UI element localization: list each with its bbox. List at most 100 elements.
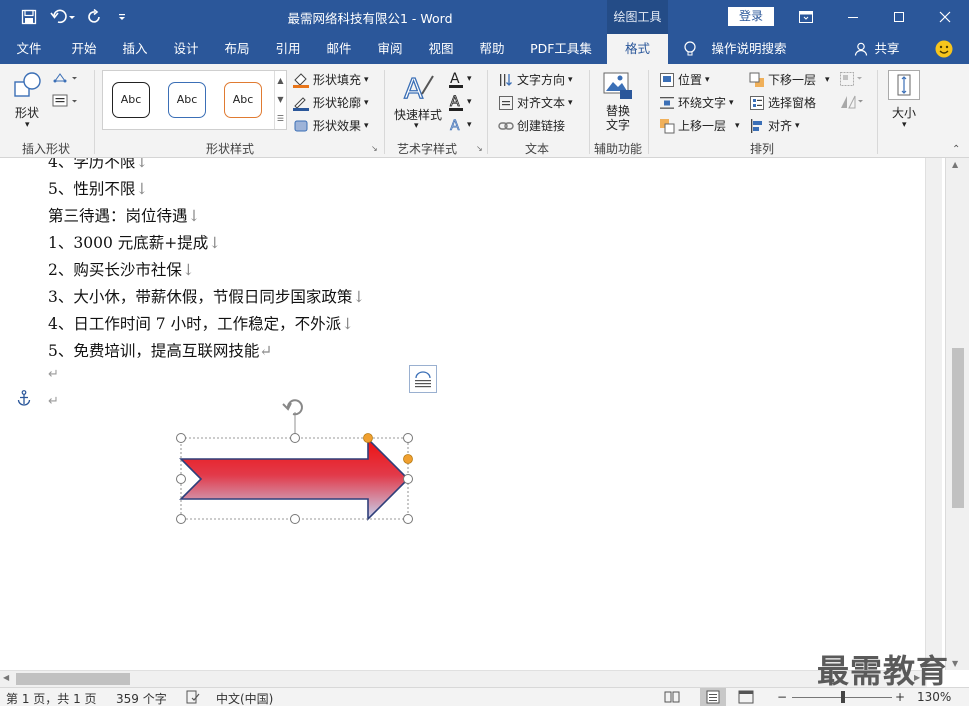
group-objects-icon[interactable] xyxy=(839,71,865,90)
shape-effects-icon xyxy=(294,120,308,131)
ribbon: 形状 ▾ 插入形状 Abc Abc Abc ▲ ▼ ☰ 形状填充 ▾ 形状轮廓 ▾ … xyxy=(0,64,969,158)
document-canvas[interactable]: 4、学历不限↓ 5、性别不限↓ 第三待遇：岗位待遇↓ 1、3000 元底薪+提成… xyxy=(0,158,927,670)
arrange-group-label: 排列 xyxy=(749,142,774,156)
shapes-button[interactable]: 形状 xyxy=(15,104,39,121)
send-backward-icon xyxy=(749,72,764,87)
text-direction-icon xyxy=(500,73,512,86)
shape-style-black[interactable]: Abc xyxy=(112,82,150,118)
close-icon[interactable] xyxy=(922,0,968,34)
create-link-button[interactable]: 创建链接 xyxy=(498,117,565,134)
align-button[interactable]: 对齐 ▾ xyxy=(749,117,800,134)
read-mode-icon[interactable] xyxy=(664,690,680,707)
selected-arrow-shape[interactable] xyxy=(170,390,430,530)
smiley-feedback-icon[interactable] xyxy=(935,40,953,61)
tab-file[interactable]: 文件 xyxy=(8,34,50,64)
wordart-a-icon[interactable]: A xyxy=(402,70,436,109)
send-backward-label: 下移一层 xyxy=(768,73,817,87)
ribbon-tabs: 文件 开始 插入 设计 布局 引用 邮件 审阅 视图 帮助 PDF工具集 格式 … xyxy=(0,34,969,64)
zoom-slider-thumb[interactable] xyxy=(841,691,845,703)
vertical-scroll-thumb[interactable] xyxy=(952,348,964,508)
shapes-icon[interactable] xyxy=(12,70,44,105)
gallery-more-icon[interactable]: ☰ xyxy=(275,109,286,128)
position-button[interactable]: 位置 ▾ xyxy=(659,71,710,88)
scroll-down-icon[interactable]: ▼ xyxy=(952,659,958,668)
shapes-dropdown-icon[interactable]: ▾ xyxy=(25,120,30,130)
scroll-up-icon[interactable]: ▲ xyxy=(952,160,958,169)
horizontal-scroll-thumb[interactable] xyxy=(16,673,130,685)
rotate-objects-icon[interactable] xyxy=(839,94,865,113)
tell-me-search[interactable]: 操作说明搜索 xyxy=(704,34,794,64)
anchor-icon[interactable] xyxy=(17,390,31,409)
size-icon[interactable] xyxy=(888,70,920,100)
quick-styles-dropdown-icon[interactable]: ▾ xyxy=(414,121,419,131)
alt-text-icon[interactable] xyxy=(603,70,633,103)
tab-references[interactable]: 引用 xyxy=(267,34,309,64)
shape-style-orange[interactable]: Abc xyxy=(224,82,262,118)
zoom-level[interactable]: 130% xyxy=(917,690,951,704)
tab-home[interactable]: 开始 xyxy=(62,34,106,64)
ribbon-display-options-icon[interactable] xyxy=(783,0,829,34)
tab-design[interactable]: 设计 xyxy=(165,34,207,64)
word-count[interactable]: 359 个字 xyxy=(116,690,167,707)
tab-review[interactable]: 审阅 xyxy=(369,34,411,64)
size-button[interactable]: 大小 xyxy=(892,104,916,121)
tab-mailings[interactable]: 邮件 xyxy=(318,34,360,64)
gallery-down-icon[interactable]: ▼ xyxy=(275,90,286,109)
alt-text-button[interactable]: 替换 文字 xyxy=(600,104,636,132)
gallery-scroll[interactable]: ▲ ▼ ☰ xyxy=(274,71,286,129)
dialog-launcher-icon[interactable]: ↘ xyxy=(371,144,378,153)
shape-fill-button[interactable]: 形状填充 ▾ xyxy=(292,71,369,88)
selection-pane-button[interactable]: 选择窗格 xyxy=(749,94,816,111)
text-effects-button[interactable]: A ▾ xyxy=(448,116,472,134)
minimize-icon[interactable] xyxy=(830,0,876,34)
send-backward-button[interactable]: 下移一层 ▾ xyxy=(749,71,830,88)
share-button[interactable]: 共享 xyxy=(872,34,902,64)
proofing-icon[interactable] xyxy=(186,690,200,707)
tab-view[interactable]: 视图 xyxy=(420,34,462,64)
shape-style-blue[interactable]: Abc xyxy=(168,82,206,118)
bring-forward-label: 上移一层 xyxy=(678,119,727,133)
tab-pdf-tools[interactable]: PDF工具集 xyxy=(524,34,598,64)
maximize-icon[interactable] xyxy=(876,0,922,34)
tab-insert[interactable]: 插入 xyxy=(114,34,156,64)
redo-icon[interactable] xyxy=(84,6,106,28)
customize-qat-icon[interactable] xyxy=(114,6,130,28)
right-arrow-icon xyxy=(179,437,410,521)
shape-effects-button[interactable]: 形状效果 ▾ xyxy=(292,117,369,134)
vertical-scroll-track[interactable]: ▲ ▼ xyxy=(945,158,969,670)
login-button[interactable]: 登录 xyxy=(728,7,774,26)
web-layout-icon[interactable] xyxy=(738,690,754,707)
shape-outline-button[interactable]: 形状轮廓 ▾ xyxy=(292,94,369,111)
wordart-dialog-launcher-icon[interactable]: ↘ xyxy=(476,144,483,153)
bring-forward-button[interactable]: 上移一层 ▾ xyxy=(659,117,740,134)
zoom-in-button[interactable]: + xyxy=(895,690,905,704)
size-dropdown-icon[interactable]: ▾ xyxy=(902,120,907,130)
tab-layout[interactable]: 布局 xyxy=(216,34,258,64)
gallery-up-icon[interactable]: ▲ xyxy=(275,71,286,90)
collapse-ribbon-icon[interactable]: ⌃ xyxy=(952,144,960,155)
language-indicator[interactable]: 中文(中国) xyxy=(216,690,273,707)
tab-format[interactable]: 格式 xyxy=(607,34,668,64)
print-layout-icon[interactable] xyxy=(700,688,726,706)
align-text-button[interactable]: 对齐文本 ▾ xyxy=(498,94,573,111)
shape-style-gallery[interactable]: Abc Abc Abc ▲ ▼ ☰ xyxy=(102,70,287,130)
text-fill-button[interactable]: A ▾ xyxy=(448,70,472,88)
tab-help[interactable]: 帮助 xyxy=(471,34,513,64)
watermark: 最需教育 xyxy=(817,652,950,690)
horizontal-scrollbar[interactable]: ◀ ▶ xyxy=(0,670,927,687)
scroll-left-icon[interactable]: ◀ xyxy=(3,673,9,682)
shape-outline-label: 形状轮廓 xyxy=(313,96,362,110)
text-direction-button[interactable]: 文字方向 ▾ xyxy=(498,71,573,88)
draw-text-box-icon[interactable] xyxy=(52,94,80,111)
page-count[interactable]: 第 1 页，共 1 页 xyxy=(6,690,97,707)
zoom-out-button[interactable]: − xyxy=(777,690,787,704)
vertical-scrollbar[interactable] xyxy=(925,158,942,670)
wrap-text-button[interactable]: 环绕文字 ▾ xyxy=(659,94,734,111)
text-group-label: 文本 xyxy=(524,142,549,156)
layout-options-icon[interactable] xyxy=(409,365,437,393)
edit-shape-icon[interactable] xyxy=(52,71,80,88)
selection-pane-icon xyxy=(750,95,764,110)
undo-icon[interactable] xyxy=(48,6,78,28)
text-outline-button[interactable]: A ▾ xyxy=(448,93,472,111)
save-icon[interactable] xyxy=(18,6,40,28)
